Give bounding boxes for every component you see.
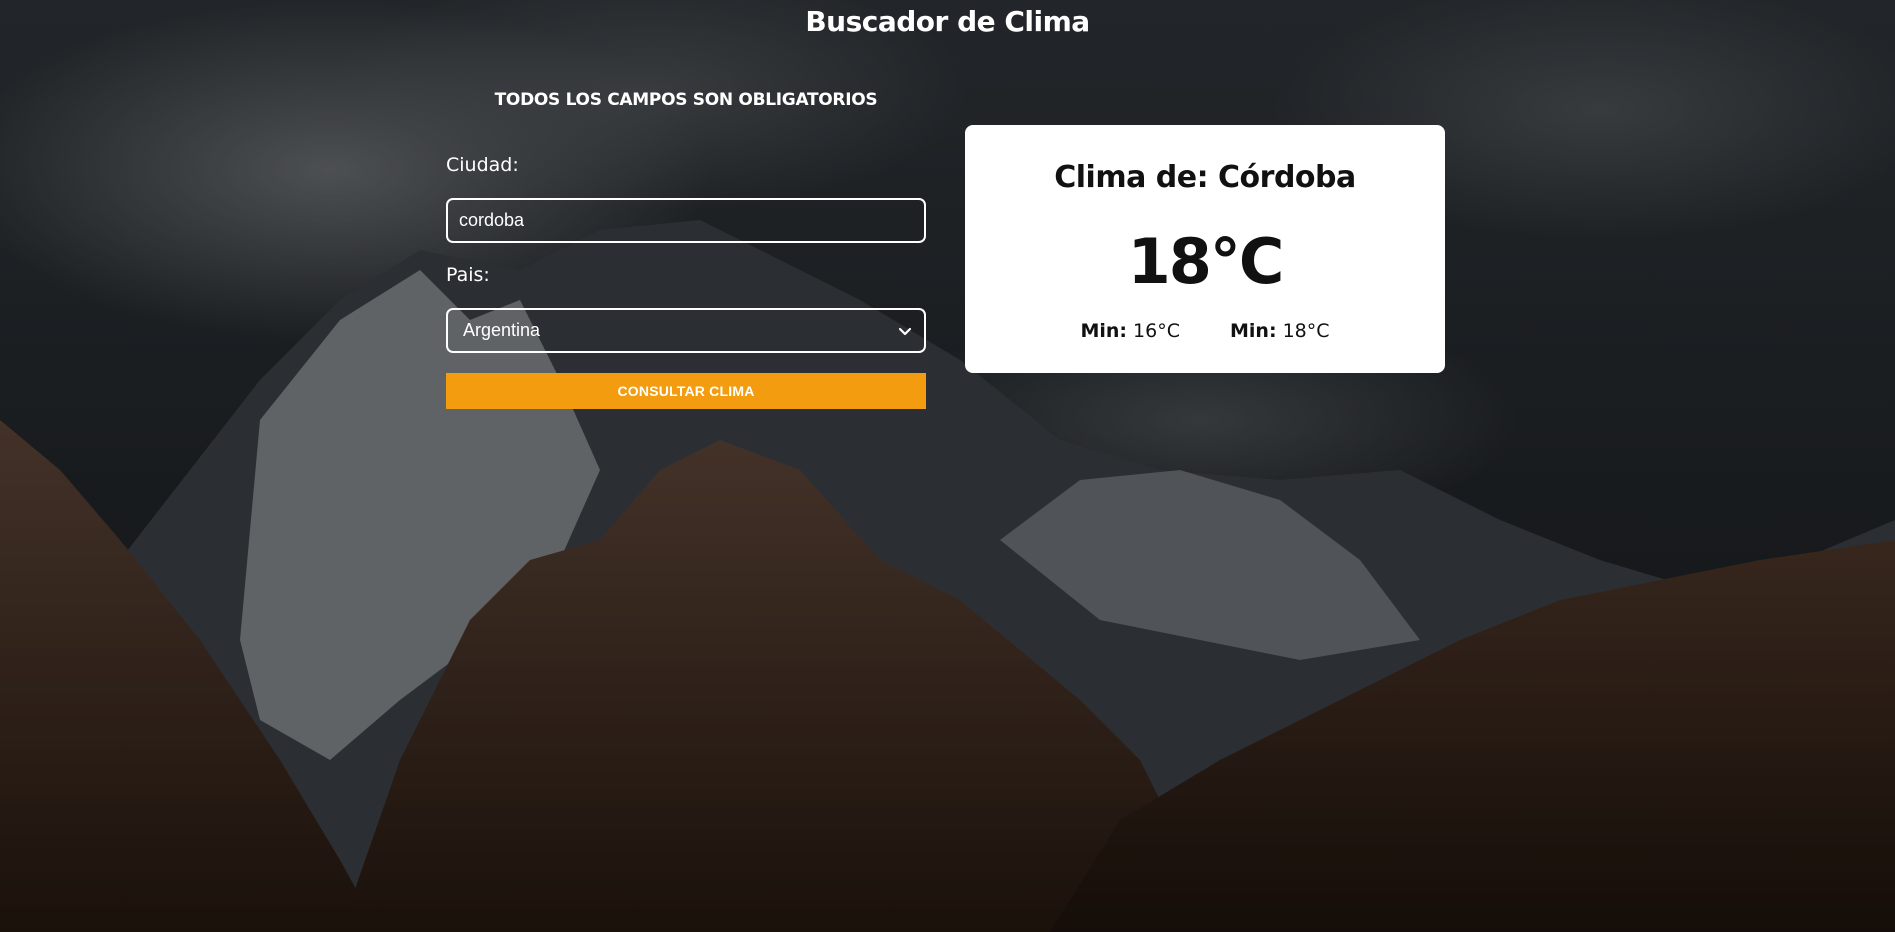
current-temperature: 18°C	[1127, 225, 1285, 298]
chevron-down-icon	[898, 327, 912, 336]
min-temperature: Min: 16°C	[1080, 320, 1180, 342]
city-input[interactable]	[446, 198, 926, 243]
max-temperature: Min: 18°C	[1230, 320, 1330, 342]
city-label: Ciudad:	[446, 154, 519, 176]
country-select[interactable]: Argentina	[446, 308, 926, 353]
consult-weather-button[interactable]: CONSULTAR CLIMA	[446, 373, 926, 409]
min-max-row: Min: 16°C Min: 18°C	[965, 320, 1445, 342]
required-fields-notice: TODOS LOS CAMPOS SON OBLIGATORIOS	[494, 90, 878, 110]
weather-result-title: Clima de: Córdoba	[1054, 160, 1356, 195]
country-select-value: Argentina	[463, 320, 541, 340]
max-temperature-label: Min:	[1230, 320, 1277, 342]
min-temperature-label: Min:	[1080, 320, 1127, 342]
mountain-background-image	[0, 0, 1895, 932]
min-temperature-value: 16°C	[1133, 320, 1180, 342]
country-label: Pais:	[446, 264, 490, 286]
page-title: Buscador de Clima	[805, 5, 1090, 38]
weather-result-card: Clima de: Córdoba 18°C Min: 16°C Min: 18…	[965, 125, 1445, 373]
max-temperature-value: 18°C	[1282, 320, 1330, 342]
